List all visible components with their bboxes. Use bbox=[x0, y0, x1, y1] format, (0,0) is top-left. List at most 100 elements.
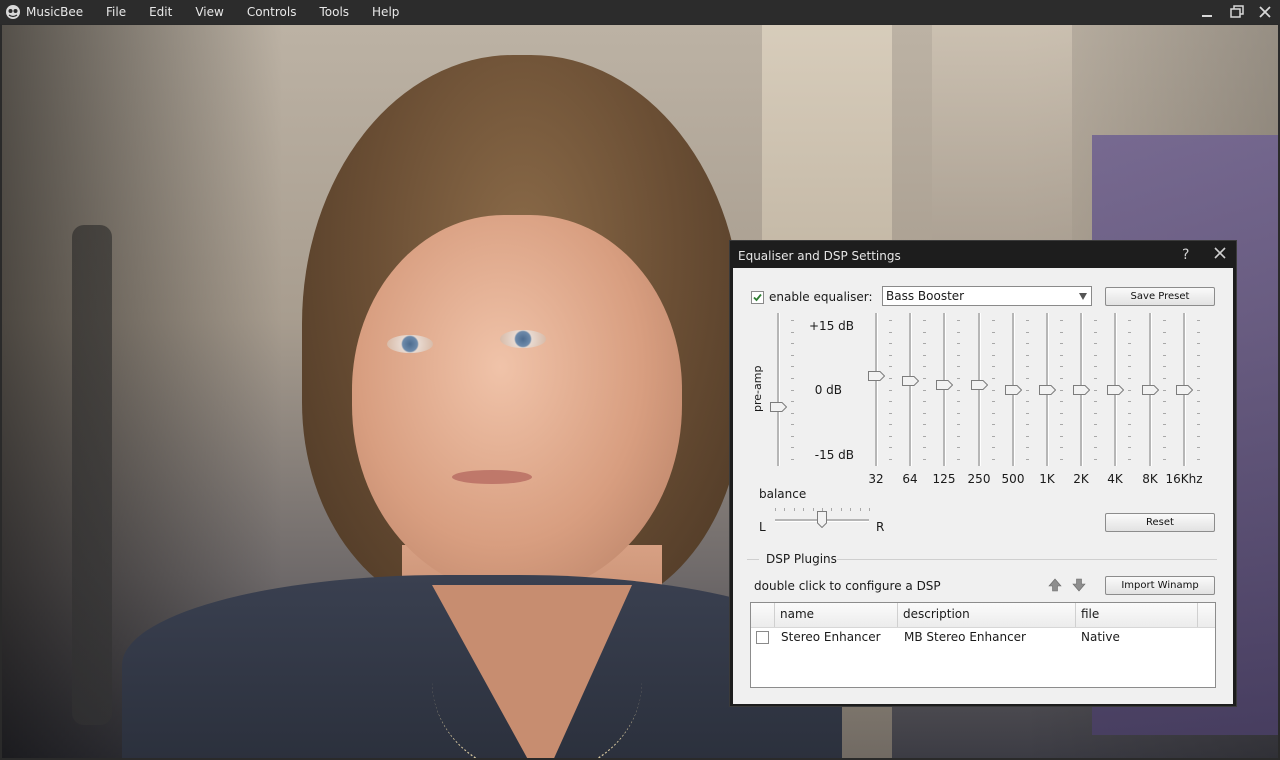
menu-view[interactable]: View bbox=[195, 5, 223, 19]
band-4K-tick bbox=[1128, 389, 1131, 391]
band-125-thumb[interactable] bbox=[936, 380, 953, 391]
column-separator[interactable] bbox=[1197, 603, 1198, 627]
balance-tick bbox=[869, 508, 870, 511]
balance-tick bbox=[775, 508, 776, 511]
band-500-tick bbox=[1026, 366, 1029, 368]
band-1K-tick bbox=[1060, 424, 1063, 426]
band-64-track[interactable] bbox=[909, 313, 912, 466]
band-125-tick bbox=[957, 331, 960, 333]
band-2K-tick bbox=[1094, 459, 1097, 460]
group-line-right bbox=[837, 559, 1217, 560]
band-8K-tick bbox=[1163, 331, 1166, 333]
balance-tick bbox=[822, 508, 823, 511]
band-8K-tick bbox=[1163, 459, 1166, 460]
band-4K-thumb[interactable] bbox=[1107, 384, 1124, 395]
column-separator[interactable] bbox=[897, 603, 898, 627]
band-64-thumb[interactable] bbox=[902, 375, 919, 386]
band-2K-thumb[interactable] bbox=[1073, 384, 1090, 395]
column-name[interactable]: name bbox=[780, 607, 814, 621]
band-16Khz-tick bbox=[1197, 389, 1200, 391]
dsp-row-checkbox[interactable] bbox=[756, 631, 769, 644]
column-description[interactable]: description bbox=[903, 607, 970, 621]
preamp-slider-tick bbox=[791, 331, 794, 333]
menu-tools[interactable]: Tools bbox=[319, 5, 349, 19]
band-32-tick bbox=[889, 412, 892, 414]
balance-slider-thumb[interactable] bbox=[817, 511, 827, 528]
band-4K-tick bbox=[1128, 366, 1131, 368]
balance-tick bbox=[784, 508, 786, 511]
preamp-slider-tick bbox=[791, 377, 794, 379]
db-label-mid: 0 dB bbox=[814, 383, 842, 397]
close-icon[interactable] bbox=[1254, 3, 1276, 21]
band-16Khz-thumb[interactable] bbox=[1176, 384, 1193, 395]
band-2K-tick bbox=[1094, 377, 1097, 379]
dialog-title: Equaliser and DSP Settings bbox=[738, 249, 901, 263]
enable-equaliser-checkbox[interactable] bbox=[751, 291, 764, 304]
band-500-thumb[interactable] bbox=[1005, 384, 1022, 395]
column-separator[interactable] bbox=[1075, 603, 1076, 627]
column-file[interactable]: file bbox=[1081, 607, 1099, 621]
band-1K-tick bbox=[1060, 331, 1063, 333]
column-separator[interactable] bbox=[774, 603, 775, 627]
dsp-row-description: MB Stereo Enhancer bbox=[904, 630, 1026, 644]
move-down-icon[interactable] bbox=[1072, 578, 1086, 592]
band-64-tick bbox=[923, 424, 926, 426]
band-16Khz-tick bbox=[1197, 331, 1200, 333]
db-label-top: +15 dB bbox=[809, 319, 854, 333]
band-250-thumb[interactable] bbox=[971, 380, 988, 391]
band-32-tick bbox=[889, 320, 892, 321]
band-500-tick bbox=[1026, 377, 1029, 379]
menu-edit[interactable]: Edit bbox=[149, 5, 172, 19]
band-250-tick bbox=[992, 331, 995, 333]
band-4K-tick bbox=[1128, 424, 1131, 426]
main-menu: File Edit View Controls Tools Help bbox=[106, 5, 422, 19]
import-winamp-button[interactable]: Import Winamp bbox=[1105, 576, 1215, 595]
band-500-tick bbox=[1026, 447, 1029, 449]
reset-button[interactable]: Reset bbox=[1105, 513, 1215, 532]
dialog-body: enable equaliser: Bass Booster Save Pres… bbox=[733, 268, 1233, 704]
band-8K-tick bbox=[1163, 343, 1166, 345]
band-250-tick bbox=[992, 320, 995, 321]
save-preset-button[interactable]: Save Preset bbox=[1105, 287, 1215, 306]
band-32-thumb[interactable] bbox=[868, 371, 885, 382]
minimize-icon[interactable] bbox=[1196, 3, 1218, 21]
band-label-4K: 4K bbox=[1107, 472, 1123, 486]
band-125-tick bbox=[957, 447, 960, 449]
band-8K-tick bbox=[1163, 377, 1166, 379]
band-250-tick bbox=[992, 424, 995, 426]
band-16Khz-tick bbox=[1197, 424, 1200, 426]
band-2K-tick bbox=[1094, 401, 1097, 403]
balance-label: balance bbox=[759, 487, 807, 501]
band-8K-thumb[interactable] bbox=[1142, 384, 1159, 395]
band-32-tick bbox=[889, 435, 892, 437]
band-32-track[interactable] bbox=[875, 313, 878, 466]
preamp-slider-tick bbox=[791, 354, 794, 356]
band-500-tick bbox=[1026, 389, 1029, 391]
menu-help[interactable]: Help bbox=[372, 5, 399, 19]
group-line-left bbox=[747, 559, 759, 560]
band-1K-tick bbox=[1060, 447, 1063, 449]
band-250-tick bbox=[992, 401, 995, 403]
band-1K-thumb[interactable] bbox=[1039, 384, 1056, 395]
band-500-tick bbox=[1026, 435, 1029, 437]
help-button[interactable]: ? bbox=[1182, 247, 1189, 263]
band-8K-tick bbox=[1163, 447, 1166, 449]
menu-controls[interactable]: Controls bbox=[247, 5, 297, 19]
preset-select[interactable]: Bass Booster bbox=[882, 286, 1092, 306]
preamp-slider-thumb[interactable] bbox=[770, 402, 787, 413]
band-2K-tick bbox=[1094, 366, 1097, 368]
band-2K-tick bbox=[1094, 435, 1097, 437]
move-up-icon[interactable] bbox=[1048, 578, 1062, 592]
balance-tick bbox=[859, 508, 861, 511]
band-250-tick bbox=[992, 412, 995, 414]
dialog-close-icon[interactable] bbox=[1212, 245, 1228, 261]
app-name: MusicBee bbox=[26, 5, 84, 19]
band-8K-tick bbox=[1163, 435, 1166, 437]
band-label-125: 125 bbox=[932, 472, 956, 486]
balance-tick bbox=[793, 508, 795, 511]
preamp-label: pre-amp bbox=[751, 365, 764, 412]
preamp-slider-track[interactable] bbox=[777, 313, 780, 466]
band-16Khz-tick bbox=[1197, 459, 1200, 460]
menu-file[interactable]: File bbox=[106, 5, 126, 19]
restore-icon[interactable] bbox=[1226, 3, 1248, 21]
